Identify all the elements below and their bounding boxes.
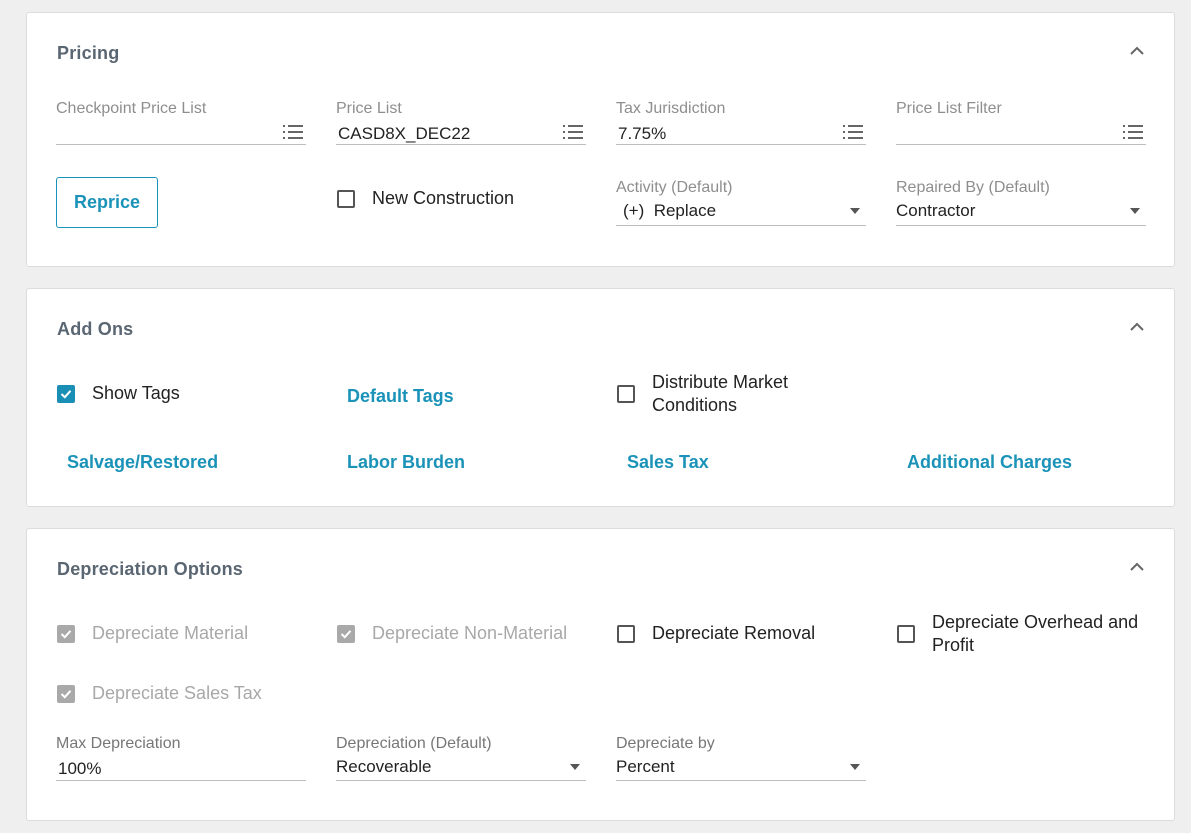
list-icon[interactable] (1123, 124, 1143, 140)
depreciate-overhead-line2: Profit (932, 635, 975, 655)
max-depreciation-input[interactable]: 100% (58, 759, 101, 779)
max-depreciation-label: Max Depreciation (56, 735, 181, 752)
price-list-filter-underline (896, 144, 1146, 145)
depreciate-material-checkbox[interactable] (57, 625, 75, 643)
list-icon[interactable] (283, 124, 303, 140)
tax-jurisdiction-label: Tax Jurisdiction (616, 100, 726, 117)
chevron-up-icon[interactable] (1128, 318, 1146, 336)
sales-tax-link[interactable]: Sales Tax (627, 452, 709, 473)
depreciate-sales-tax-label: Depreciate Sales Tax (92, 683, 262, 703)
additional-charges-link[interactable]: Additional Charges (907, 452, 1072, 473)
repaired-by-label: Repaired By (Default) (896, 179, 1050, 196)
depreciate-non-material-label: Depreciate Non-Material (372, 623, 568, 643)
depreciate-material-label: Depreciate Material (92, 623, 249, 643)
price-list-filter-input[interactable] (898, 124, 1118, 144)
checkpoint-price-list-label: Checkpoint Price List (56, 100, 207, 117)
default-tags-link[interactable]: Default Tags (347, 386, 454, 407)
depreciation-options-section: Depreciation Options Depreciate Material… (26, 528, 1175, 821)
depreciation-default-underline (336, 780, 586, 781)
chevron-up-icon[interactable] (1128, 42, 1146, 60)
pricing-title: Pricing (57, 43, 120, 63)
distribute-market-line1: Distribute Market (652, 372, 789, 392)
distribute-market-conditions-checkbox[interactable] (617, 385, 635, 403)
price-list-input[interactable]: CASD8X_DEC22 (338, 124, 470, 144)
activity-label: Activity (Default) (616, 179, 733, 196)
price-list-label: Price List (336, 100, 402, 117)
price-list-filter-label: Price List Filter (896, 100, 1002, 117)
depreciate-removal-checkbox[interactable] (617, 625, 635, 643)
new-construction-checkbox[interactable] (337, 190, 355, 208)
depreciate-overhead-line1: Depreciate Overhead and (932, 612, 1139, 632)
repaired-by-underline (896, 225, 1146, 226)
reprice-button[interactable]: Reprice (56, 177, 158, 228)
add-ons-title: Add Ons (57, 319, 134, 339)
max-depreciation-underline (56, 780, 306, 781)
tax-jurisdiction-underline (616, 144, 866, 145)
labor-burden-link[interactable]: Labor Burden (347, 452, 465, 473)
depreciate-by-select[interactable]: Percent (616, 757, 675, 777)
show-tags-label: Show Tags (92, 383, 180, 403)
check-icon (340, 630, 352, 639)
depreciate-non-material-checkbox[interactable] (337, 625, 355, 643)
checkpoint-price-list-underline (56, 144, 306, 145)
depreciate-overhead-profit-checkbox[interactable] (897, 625, 915, 643)
activity-select[interactable]: (+) Replace (623, 201, 716, 221)
depreciate-by-underline (616, 780, 866, 781)
depreciation-default-select[interactable]: Recoverable (336, 757, 431, 777)
depreciation-default-label: Depreciation (Default) (336, 735, 492, 752)
caret-down-icon[interactable] (850, 764, 860, 770)
salvage-restored-link[interactable]: Salvage/Restored (67, 452, 218, 473)
repaired-by-select[interactable]: Contractor (896, 201, 975, 221)
check-icon (60, 630, 72, 639)
check-icon (60, 390, 72, 399)
caret-down-icon[interactable] (1130, 208, 1140, 214)
price-list-underline (336, 144, 586, 145)
activity-underline (616, 225, 866, 226)
caret-down-icon[interactable] (570, 764, 580, 770)
new-construction-label: New Construction (372, 188, 515, 208)
check-icon (60, 690, 72, 699)
pricing-section: Pricing Checkpoint Price List Price List… (26, 12, 1175, 267)
depreciate-overhead-profit-label: Depreciate Overhead and Profit (932, 611, 1138, 657)
tax-jurisdiction-input[interactable]: 7.75% (618, 124, 666, 144)
list-icon[interactable] (843, 124, 863, 140)
depreciation-options-title: Depreciation Options (57, 559, 244, 579)
chevron-up-icon[interactable] (1128, 558, 1146, 576)
add-ons-section: Add Ons Show Tags Default Tags Distribut… (26, 288, 1175, 507)
depreciate-removal-label: Depreciate Removal (652, 623, 816, 643)
checkpoint-price-list-input[interactable] (57, 124, 277, 144)
list-icon[interactable] (563, 124, 583, 140)
show-tags-checkbox[interactable] (57, 385, 75, 403)
depreciate-by-label: Depreciate by (616, 735, 715, 752)
distribute-market-conditions-label: Distribute Market Conditions (652, 371, 788, 417)
distribute-market-line2: Conditions (652, 395, 738, 415)
depreciate-sales-tax-checkbox[interactable] (57, 685, 75, 703)
caret-down-icon[interactable] (850, 208, 860, 214)
